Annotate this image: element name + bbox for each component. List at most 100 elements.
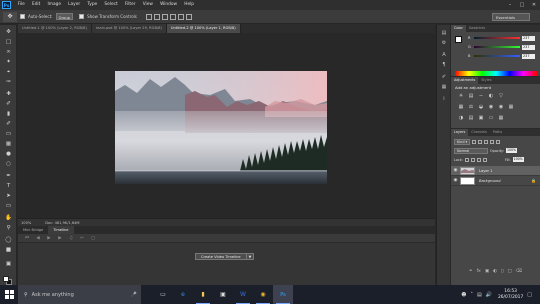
align-left-icon[interactable]: [169, 13, 176, 20]
menu-type[interactable]: Type: [84, 0, 101, 10]
folder-icon[interactable]: ▯: [501, 269, 503, 276]
align-top-icon[interactable]: [145, 13, 152, 20]
tab-swatches[interactable]: Swatches: [466, 25, 488, 32]
tab-mini-bridge[interactable]: Mini Bridge: [18, 226, 48, 234]
quick-mask-icon[interactable]: ▣: [4, 261, 13, 268]
brush-tool-icon[interactable]: ✐: [4, 101, 13, 108]
slider-g-track[interactable]: [474, 45, 520, 49]
eraser-tool-icon[interactable]: ▭: [4, 131, 13, 138]
maximize-icon[interactable]: □: [516, 0, 528, 10]
photoshop-taskbar-icon[interactable]: Ps: [273, 285, 293, 304]
layer-row-background[interactable]: ◉ Background 🔒: [451, 176, 540, 186]
foreground-color-swatch[interactable]: [3, 276, 9, 282]
close-icon[interactable]: ✕: [528, 0, 540, 10]
pen-tool-icon[interactable]: ✒: [4, 173, 13, 180]
photo-filter-icon[interactable]: ◉: [487, 103, 495, 111]
lock-all-icon[interactable]: [482, 157, 487, 162]
lock-image-icon[interactable]: [470, 157, 475, 162]
clone-stamp-tool-icon[interactable]: ▮: [4, 111, 13, 118]
layer-row-layer-1[interactable]: ◉ Layer 1: [451, 166, 540, 176]
notifications-icon[interactable]: □: [527, 292, 532, 298]
split-icon[interactable]: ✂: [79, 236, 85, 241]
slider-r-track[interactable]: [474, 36, 520, 40]
menu-view[interactable]: View: [139, 0, 156, 10]
move-tool-icon[interactable]: ✥: [4, 29, 13, 36]
tab-layers[interactable]: Layers: [451, 129, 469, 136]
create-video-timeline-button[interactable]: Create Video Timeline ▼: [195, 253, 255, 260]
transition-icon[interactable]: ▢: [90, 236, 96, 241]
rectangle-tool-icon[interactable]: ▭: [4, 203, 13, 210]
hue-saturation-icon[interactable]: ▦: [457, 103, 465, 111]
store-icon[interactable]: ▣: [213, 285, 233, 304]
marquee-tool-icon[interactable]: □: [4, 39, 13, 46]
layer-name[interactable]: Layer 1: [479, 169, 492, 173]
task-view-icon[interactable]: ▭: [153, 285, 173, 304]
menu-image[interactable]: Image: [44, 0, 65, 10]
tab-timeline[interactable]: Timeline: [48, 226, 74, 234]
dodge-tool-icon[interactable]: ○: [4, 161, 13, 168]
quick-select-tool-icon[interactable]: ✦: [4, 59, 13, 66]
align-center-icon[interactable]: [177, 13, 184, 20]
black-white-icon[interactable]: ◒: [477, 103, 485, 111]
people-icon[interactable]: ☻: [461, 292, 466, 298]
vibrance-icon[interactable]: ▽: [497, 92, 505, 100]
menu-help[interactable]: Help: [181, 0, 198, 10]
threshold-icon[interactable]: ▣: [477, 114, 485, 122]
word-icon[interactable]: W: [233, 285, 253, 304]
network-icon[interactable]: ▤: [477, 292, 482, 298]
hand-tool-icon[interactable]: ✋: [4, 215, 13, 222]
start-button[interactable]: [0, 285, 18, 304]
minimize-icon[interactable]: –: [504, 0, 516, 10]
tab-color[interactable]: Color: [451, 25, 466, 32]
slider-b-track[interactable]: [474, 54, 520, 58]
color-panel-foreground-swatch[interactable]: [455, 36, 462, 43]
levels-icon[interactable]: ▤: [467, 92, 475, 100]
paragraph-icon[interactable]: ¶: [440, 61, 448, 69]
properties-icon[interactable]: ⚙: [440, 39, 448, 47]
document-image[interactable]: [115, 71, 327, 184]
move-tool-preset-icon[interactable]: ✥: [3, 11, 17, 22]
taskbar-search[interactable]: ⚲ Ask me anything 🎤: [18, 285, 141, 304]
fill-input[interactable]: 100%: [512, 156, 524, 163]
canvas-area[interactable]: [18, 33, 435, 218]
clone-source-icon[interactable]: ▦: [440, 83, 448, 91]
adjustment-layer-icon[interactable]: ◐: [493, 269, 497, 276]
menu-layer[interactable]: Layer: [65, 0, 84, 10]
visibility-eye-icon[interactable]: ◉: [451, 168, 460, 173]
color-lookup-icon[interactable]: ▦: [507, 103, 515, 111]
invert-icon[interactable]: ◑: [457, 114, 465, 122]
file-explorer-icon[interactable]: ▮: [193, 285, 213, 304]
brush-presets-icon[interactable]: ✐: [440, 73, 448, 81]
new-layer-icon[interactable]: □: [508, 269, 512, 276]
channel-mixer-icon[interactable]: ◉: [497, 103, 505, 111]
first-frame-icon[interactable]: ⏮: [24, 235, 30, 241]
lasso-tool-icon[interactable]: ∞: [4, 49, 13, 56]
filter-type-icon[interactable]: [484, 139, 489, 144]
posterize-icon[interactable]: ▤: [467, 114, 475, 122]
show-transform-checkbox[interactable]: [79, 14, 85, 19]
menu-edit[interactable]: Edit: [28, 0, 44, 10]
crop-tool-icon[interactable]: ⌖: [4, 69, 13, 76]
slider-r-value[interactable]: 237: [522, 35, 535, 41]
microphone-icon[interactable]: 🎤: [131, 292, 137, 298]
lock-position-icon[interactable]: [476, 157, 481, 162]
menu-window[interactable]: Window: [156, 0, 180, 10]
tab-channels[interactable]: Channels: [468, 129, 490, 136]
menu-filter[interactable]: Filter: [121, 0, 139, 10]
align-middle-icon[interactable]: [153, 13, 160, 20]
next-frame-icon[interactable]: ▶: [57, 236, 63, 241]
filter-shape-icon[interactable]: [490, 139, 495, 144]
tab-paths[interactable]: Paths: [490, 129, 505, 136]
history-icon[interactable]: ▤: [440, 29, 448, 37]
gradient-tool-icon[interactable]: ▦: [4, 141, 13, 148]
3d-tool-icon[interactable]: ◯: [4, 237, 13, 244]
color-balance-icon[interactable]: ⚖: [467, 103, 475, 111]
brightness-contrast-icon[interactable]: ☀: [457, 92, 465, 100]
selective-color-icon[interactable]: ▦: [497, 114, 505, 122]
tab-styles[interactable]: Styles: [478, 77, 494, 84]
audio-icon[interactable]: ♫: [68, 236, 74, 241]
zoom-level[interactable]: 100%: [21, 221, 31, 225]
auto-select-target-dropdown[interactable]: Group: [55, 13, 74, 20]
3d-camera-tool-icon[interactable]: ■: [4, 247, 13, 254]
menu-select[interactable]: Select: [101, 0, 121, 10]
